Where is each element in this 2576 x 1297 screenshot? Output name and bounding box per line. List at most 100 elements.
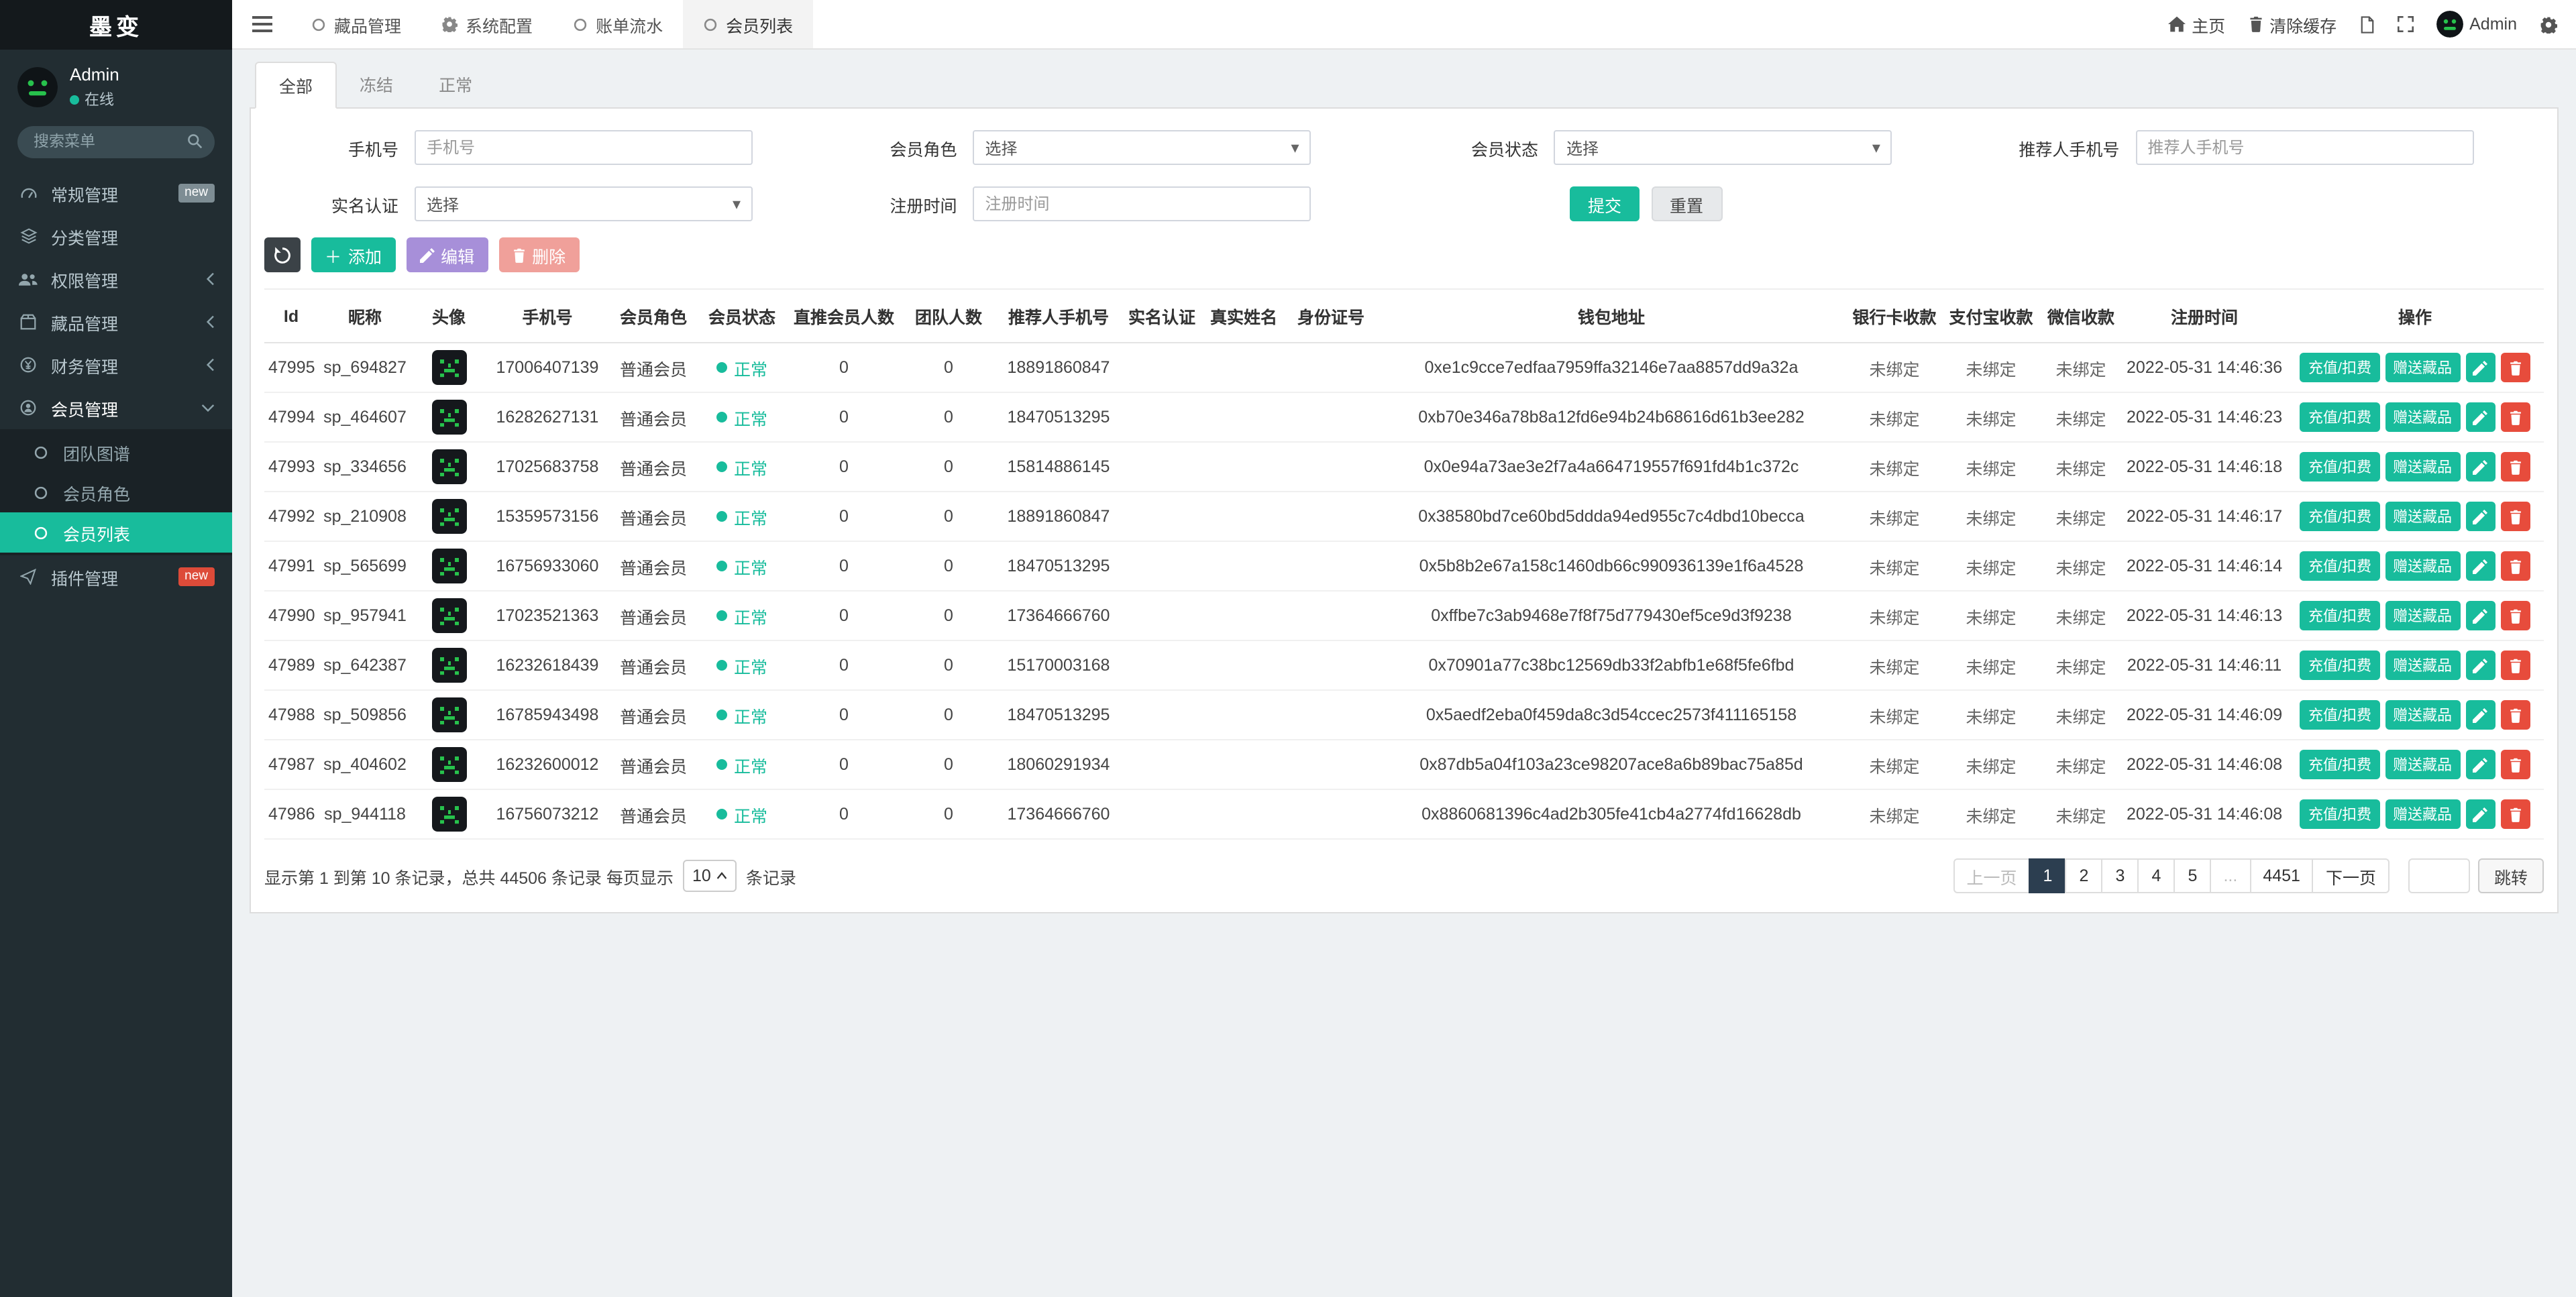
cell-direct_count: 0 [786, 740, 902, 790]
add-button[interactable]: ＋ 添加 [311, 237, 396, 272]
edit-row-button[interactable] [2465, 502, 2496, 532]
page-button-2[interactable]: 2 [2065, 858, 2103, 893]
home-link[interactable]: 主页 [2167, 11, 2225, 37]
refresh-button[interactable] [264, 237, 301, 272]
topbar-tab-系统配置[interactable]: 系统配置 [421, 0, 553, 48]
user-menu[interactable]: Admin [2436, 11, 2517, 38]
phone-input[interactable] [415, 130, 753, 165]
recharge-button[interactable]: 充值/扣费 [2300, 551, 2380, 581]
jump-button[interactable]: 跳转 [2477, 858, 2544, 893]
reset-button[interactable]: 重置 [1651, 186, 1723, 221]
submit-button[interactable]: 提交 [1570, 186, 1639, 221]
recharge-button[interactable]: 充值/扣费 [2300, 699, 2380, 730]
edit-row-button[interactable] [2465, 452, 2496, 482]
gift-collection-button[interactable]: 赠送藏品 [2385, 451, 2461, 482]
recharge-button[interactable]: 充值/扣费 [2300, 501, 2380, 531]
recharge-button[interactable]: 充值/扣费 [2300, 451, 2380, 482]
delete-row-button[interactable] [2500, 750, 2530, 780]
recharge-button[interactable]: 充值/扣费 [2300, 799, 2380, 829]
recharge-button[interactable]: 充值/扣费 [2300, 650, 2380, 680]
delete-row-button[interactable] [2500, 651, 2530, 681]
gift-collection-button[interactable]: 赠送藏品 [2385, 600, 2461, 630]
delete-row-button[interactable] [2500, 452, 2530, 482]
cell-direct_count: 0 [786, 640, 902, 691]
cell-id_card [1285, 640, 1377, 691]
edit-row-button[interactable] [2465, 799, 2496, 830]
edit-row-button[interactable] [2465, 402, 2496, 433]
sidebar-subitem-会员列表[interactable]: 会员列表 [0, 512, 232, 553]
circle-icon [703, 17, 718, 32]
pager: 上一页 1 2 3 4 5... 4451 下一页 跳转 [1953, 858, 2544, 893]
brand-logo[interactable]: 墨变 [0, 0, 232, 50]
hamburger-menu-icon[interactable] [232, 0, 291, 48]
regtime-input[interactable] [973, 186, 1311, 221]
fullscreen-button[interactable] [2397, 16, 2414, 32]
topbar-tab-藏品管理[interactable]: 藏品管理 [291, 0, 421, 48]
delete-row-button[interactable] [2500, 502, 2530, 532]
avatar [2436, 11, 2463, 38]
edit-row-button[interactable] [2465, 651, 2496, 681]
sidebar-item-plugin[interactable]: 插件管理 new [0, 556, 232, 599]
gift-collection-button[interactable]: 赠送藏品 [2385, 799, 2461, 829]
page-button-5[interactable]: 5 [2174, 858, 2212, 893]
cell-id: 47989 [264, 640, 318, 691]
edit-row-button[interactable] [2465, 353, 2496, 383]
gift-collection-button[interactable]: 赠送藏品 [2385, 650, 2461, 680]
topbar-tab-会员列表[interactable]: 会员列表 [683, 0, 814, 48]
delete-row-button[interactable] [2500, 700, 2530, 730]
gift-collection-button[interactable]: 赠送藏品 [2385, 501, 2461, 531]
edit-row-button[interactable] [2465, 551, 2496, 581]
page-button-3[interactable]: 3 [2101, 858, 2139, 893]
topbar-tab-账单流水[interactable]: 账单流水 [553, 0, 683, 48]
gift-collection-button[interactable]: 赠送藏品 [2385, 699, 2461, 730]
tab-正常[interactable]: 正常 [416, 62, 495, 107]
settings-button[interactable] [2540, 15, 2557, 33]
delete-row-button[interactable] [2500, 799, 2530, 830]
recharge-button[interactable]: 充值/扣费 [2300, 402, 2380, 432]
sidebar-item-general[interactable]: 常规管理 new [0, 172, 232, 215]
sidebar-item-permission[interactable]: 权限管理 [0, 258, 232, 301]
gift-collection-button[interactable]: 赠送藏品 [2385, 551, 2461, 581]
sidebar-subitem-会员角色[interactable]: 会员角色 [0, 473, 232, 513]
clear-cache-button[interactable]: 清除缓存 [2248, 11, 2337, 37]
edit-row-button[interactable] [2465, 601, 2496, 631]
next-page-button[interactable]: 下一页 [2312, 858, 2390, 893]
page-button-4[interactable]: 4 [2137, 858, 2176, 893]
sidebar-subitem-团队图谱[interactable]: 团队图谱 [0, 433, 232, 473]
delete-row-button[interactable] [2500, 551, 2530, 581]
edit-button[interactable]: 编辑 [406, 237, 488, 272]
status-select[interactable]: 选择 ▾ [1554, 130, 1892, 165]
column-header: 会员状态 [698, 288, 786, 343]
jump-page-input[interactable] [2408, 858, 2470, 893]
edit-row-button[interactable] [2465, 700, 2496, 730]
edit-row-button[interactable] [2465, 750, 2496, 780]
referrer-phone-input[interactable] [2135, 130, 2474, 165]
delete-row-button[interactable] [2500, 353, 2530, 383]
online-dot-icon [70, 95, 79, 105]
sidebar-item-category[interactable]: 分类管理 [0, 215, 232, 258]
cell-direct_count: 0 [786, 591, 902, 641]
page-button-1[interactable]: 1 [2029, 858, 2067, 893]
sidebar-item-collection[interactable]: 藏品管理 [0, 301, 232, 344]
page-size-select[interactable]: 10 [682, 860, 737, 892]
status-badge: 正常 [716, 504, 767, 529]
log-button[interactable] [2359, 15, 2374, 33]
gift-collection-button[interactable]: 赠送藏品 [2385, 402, 2461, 432]
gift-collection-button[interactable]: 赠送藏品 [2385, 352, 2461, 382]
gift-collection-button[interactable]: 赠送藏品 [2385, 749, 2461, 779]
delete-button[interactable]: 删除 [498, 237, 580, 272]
page-button-4451[interactable]: 4451 [2249, 858, 2314, 893]
realname-select[interactable]: 选择 ▾ [415, 186, 753, 221]
recharge-button[interactable]: 充值/扣费 [2300, 352, 2380, 382]
sidebar-item-finance[interactable]: 财务管理 [0, 344, 232, 387]
tab-冻结[interactable]: 冻结 [337, 62, 416, 107]
recharge-button[interactable]: 充值/扣费 [2300, 600, 2380, 630]
column-header: 真实姓名 [1202, 288, 1285, 343]
delete-row-button[interactable] [2500, 402, 2530, 433]
recharge-button[interactable]: 充值/扣费 [2300, 749, 2380, 779]
role-select[interactable]: 选择 ▾ [973, 130, 1311, 165]
sidebar-item-member[interactable]: 会员管理 [0, 387, 232, 430]
tab-全部[interactable]: 全部 [255, 62, 337, 109]
delete-row-button[interactable] [2500, 601, 2530, 631]
menu-search-input[interactable] [17, 126, 215, 159]
